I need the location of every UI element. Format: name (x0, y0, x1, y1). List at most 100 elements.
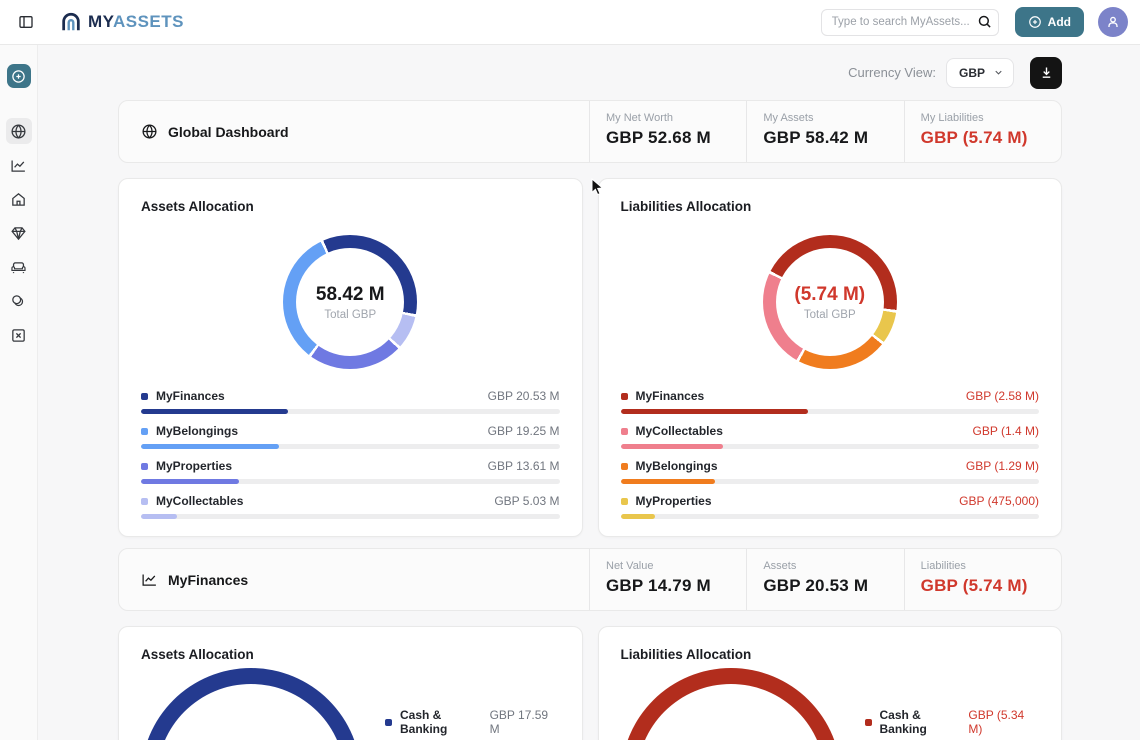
line-chart-icon (10, 157, 27, 174)
download-icon (1039, 65, 1054, 80)
stat-net-worth: My Net Worth GBP 52.68 M (589, 101, 746, 162)
currency-select-value: GBP (959, 66, 985, 80)
donut-wrap: (5.74 M) Total GBP (763, 235, 897, 369)
legend-value: GBP 20.53 M (488, 389, 560, 403)
legend-dot (385, 719, 392, 726)
legend-label: MyBelongings (156, 424, 238, 438)
legend-dot (621, 463, 628, 470)
sidebar-item-myproperties[interactable] (6, 186, 32, 212)
stat-label: Assets (763, 560, 903, 572)
legend-item[interactable]: Cash & BankingGBP 17.59 M (385, 708, 560, 740)
legend-bar-fill (621, 479, 715, 484)
legend-item[interactable]: MyCollectables GBP (1.4 M) (621, 424, 1040, 449)
sidebar-item-excluded[interactable] (6, 322, 32, 348)
legend-label: MyCollectables (636, 424, 723, 438)
stat-value: GBP 20.53 M (763, 576, 903, 596)
legend-value: GBP (475,000) (959, 494, 1039, 508)
legend-item[interactable]: MyCollectablesGBP 5.03 M (141, 494, 560, 519)
currency-select[interactable]: GBP (946, 58, 1014, 88)
legend-item[interactable]: MyBelongingsGBP (1.29 M) (621, 459, 1040, 484)
myfinances-liabilities-allocation-card: Liabilities Allocation Cash & BankingGBP… (598, 626, 1063, 740)
legend-dot (141, 498, 148, 505)
donut-center-value: (5.74 M) (794, 284, 865, 306)
user-avatar[interactable] (1098, 7, 1128, 37)
gem-icon (10, 225, 27, 242)
myfinances-header: MyFinances (119, 549, 589, 610)
legend-item[interactable]: MyPropertiesGBP 13.61 M (141, 459, 560, 484)
sidebar-item-mycollectables[interactable] (6, 220, 32, 246)
logo-text: MYASSETS (88, 12, 184, 32)
sidebar-add-button[interactable] (7, 64, 31, 88)
chart-title: Liabilities Allocation (599, 179, 1062, 214)
toolbar: Currency View: GBP (38, 45, 1140, 100)
download-button[interactable] (1030, 57, 1062, 89)
stat-assets: My Assets GBP 58.42 M (746, 101, 903, 162)
donut-wrap: 58.42 M Total GBP (283, 235, 417, 369)
section-title: MyFinances (168, 572, 248, 588)
legend-label: Cash & Banking (400, 708, 490, 736)
stat-label: Net Value (606, 560, 746, 572)
stat-net-value: Net Value GBP 14.79 M (589, 549, 746, 610)
person-icon (1105, 14, 1121, 30)
liabilities-allocation-card: Liabilities Allocation (5.74 M) Total GB… (598, 178, 1063, 537)
stat-value: GBP 58.42 M (763, 128, 903, 148)
legend-value: GBP (1.4 M) (973, 424, 1039, 438)
coins-icon (10, 293, 27, 310)
legend-value: GBP (1.29 M) (966, 459, 1039, 473)
legend-item[interactable]: Cash & BankingGBP (5.34 M) (865, 708, 1040, 740)
globe-icon (10, 123, 27, 140)
legend-bar-track (621, 444, 1040, 449)
legend-label: Cash & Banking (880, 708, 969, 736)
sidebar-item-mybelongings[interactable] (6, 254, 32, 280)
legend-value: GBP (5.34 M) (968, 708, 1039, 736)
donut-center: (5.74 M) Total GBP (776, 248, 884, 356)
legend-dot (621, 393, 628, 400)
global-dashboard-header: Global Dashboard (119, 101, 589, 162)
legend-item[interactable]: MyFinancesGBP (2.58 M) (621, 389, 1040, 414)
myfinances-stats: Net Value GBP 14.79 M Assets GBP 20.53 M… (589, 549, 1061, 610)
app-header: MYASSETS Add (0, 0, 1140, 45)
legend-dot (141, 393, 148, 400)
stat-label: My Assets (763, 112, 903, 124)
legend-bar-track (141, 479, 560, 484)
legend-bar-track (621, 514, 1040, 519)
legend-label: MyFinances (636, 389, 705, 403)
sidebar-item-linked-accounts[interactable] (6, 288, 32, 314)
app-logo[interactable]: MYASSETS (60, 11, 184, 33)
add-button[interactable]: Add (1015, 7, 1084, 37)
legend-label: MyFinances (156, 389, 225, 403)
stat-label: My Liabilities (921, 112, 1061, 124)
legend-item[interactable]: MyProperties GBP (475,000) (621, 494, 1040, 519)
legend-dot (865, 719, 872, 726)
plus-circle-icon (1028, 15, 1042, 29)
legend-dot (621, 428, 628, 435)
chart-title: Assets Allocation (119, 627, 582, 662)
myfinances-card: MyFinances Net Value GBP 14.79 M Assets … (118, 548, 1062, 611)
chevron-down-icon (993, 67, 1004, 78)
assets-allocation-card: Assets Allocation 58.42 M Total GBP MyFi… (118, 178, 583, 537)
sidebar-item-myfinances[interactable] (6, 152, 32, 178)
main-area: Currency View: GBP Glo (38, 45, 1140, 740)
legend-label: MyProperties (156, 459, 232, 473)
legend: Cash & BankingGBP (5.34 M) (865, 708, 1040, 740)
search-input[interactable] (821, 9, 999, 36)
global-charts-row: Assets Allocation 58.42 M Total GBP MyFi… (118, 178, 1062, 537)
legend-bar-fill (141, 444, 279, 449)
legend-bar-fill (141, 479, 239, 484)
legend-item[interactable]: MyBelongingsGBP 19.25 M (141, 424, 560, 449)
legend-bar-fill (141, 409, 288, 414)
donut-wrap (141, 668, 361, 740)
myfinances-assets-allocation-card: Assets Allocation Cash & BankingGBP 17.5… (118, 626, 583, 740)
legend-label: MyProperties (636, 494, 712, 508)
legend-dot (621, 498, 628, 505)
myfinances-charts-row: Assets Allocation Cash & BankingGBP 17.5… (118, 626, 1062, 740)
dashboard-content: Global Dashboard My Net Worth GBP 52.68 … (38, 100, 1140, 740)
stat-label: My Net Worth (606, 112, 746, 124)
sidebar-toggle-button[interactable] (12, 8, 40, 36)
legend-item[interactable]: MyFinances GBP 20.53 M (141, 389, 560, 414)
stat-label: Liabilities (921, 560, 1061, 572)
plus-circle-icon (11, 69, 26, 84)
stat-value: GBP 14.79 M (606, 576, 746, 596)
sidebar-item-global-dashboard[interactable] (6, 118, 32, 144)
legend-dot (141, 428, 148, 435)
